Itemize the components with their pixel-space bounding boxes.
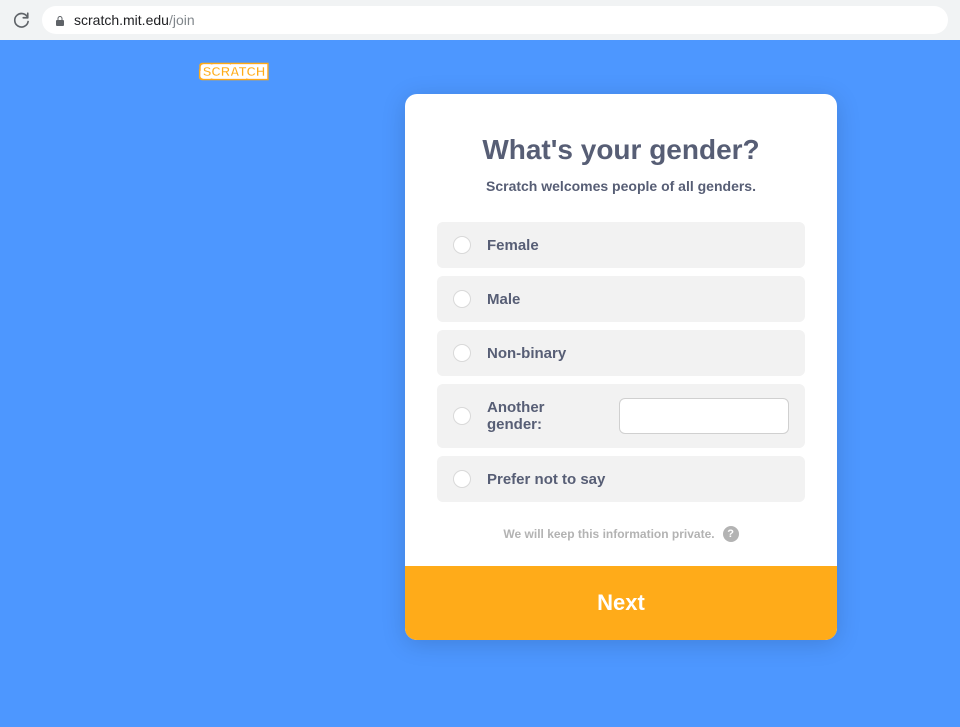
reload-icon[interactable]	[12, 11, 30, 29]
next-button[interactable]: Next	[405, 566, 837, 640]
svg-text:SCRATCH: SCRATCH	[203, 64, 266, 79]
radio-icon	[453, 470, 471, 488]
lock-icon	[54, 14, 66, 26]
modal-subtitle: Scratch welcomes people of all genders.	[437, 178, 805, 194]
url-text: scratch.mit.edu/join	[74, 12, 195, 28]
radio-icon	[453, 290, 471, 308]
privacy-text: We will keep this information private.	[503, 527, 714, 541]
gender-options: Female Male Non-binary Another gender:	[437, 222, 805, 502]
modal-body: What's your gender? Scratch welcomes peo…	[405, 94, 837, 566]
url-domain: scratch.mit.edu	[74, 12, 169, 28]
radio-option-another[interactable]: Another gender:	[437, 384, 805, 448]
radio-option-prefer-not[interactable]: Prefer not to say	[437, 456, 805, 502]
radio-option-nonbinary[interactable]: Non-binary	[437, 330, 805, 376]
browser-toolbar: scratch.mit.edu/join	[0, 0, 960, 40]
radio-icon	[453, 236, 471, 254]
radio-label: Another gender:	[487, 399, 603, 433]
page-content: SCRATCH What's your gender? Scratch welc…	[0, 40, 960, 727]
radio-option-male[interactable]: Male	[437, 276, 805, 322]
modal-title: What's your gender?	[437, 134, 805, 166]
another-gender-input[interactable]	[619, 398, 789, 434]
radio-label: Prefer not to say	[487, 471, 605, 488]
help-icon[interactable]: ?	[723, 526, 739, 542]
url-bar[interactable]: scratch.mit.edu/join	[42, 6, 948, 34]
scratch-logo[interactable]: SCRATCH	[192, 57, 276, 87]
radio-label: Female	[487, 237, 539, 254]
radio-icon	[453, 344, 471, 362]
privacy-notice: We will keep this information private. ?	[437, 526, 805, 542]
gender-modal: What's your gender? Scratch welcomes peo…	[405, 94, 837, 640]
url-path: /join	[169, 12, 195, 28]
radio-icon	[453, 407, 471, 425]
radio-label: Non-binary	[487, 345, 566, 362]
radio-option-female[interactable]: Female	[437, 222, 805, 268]
radio-label: Male	[487, 291, 520, 308]
